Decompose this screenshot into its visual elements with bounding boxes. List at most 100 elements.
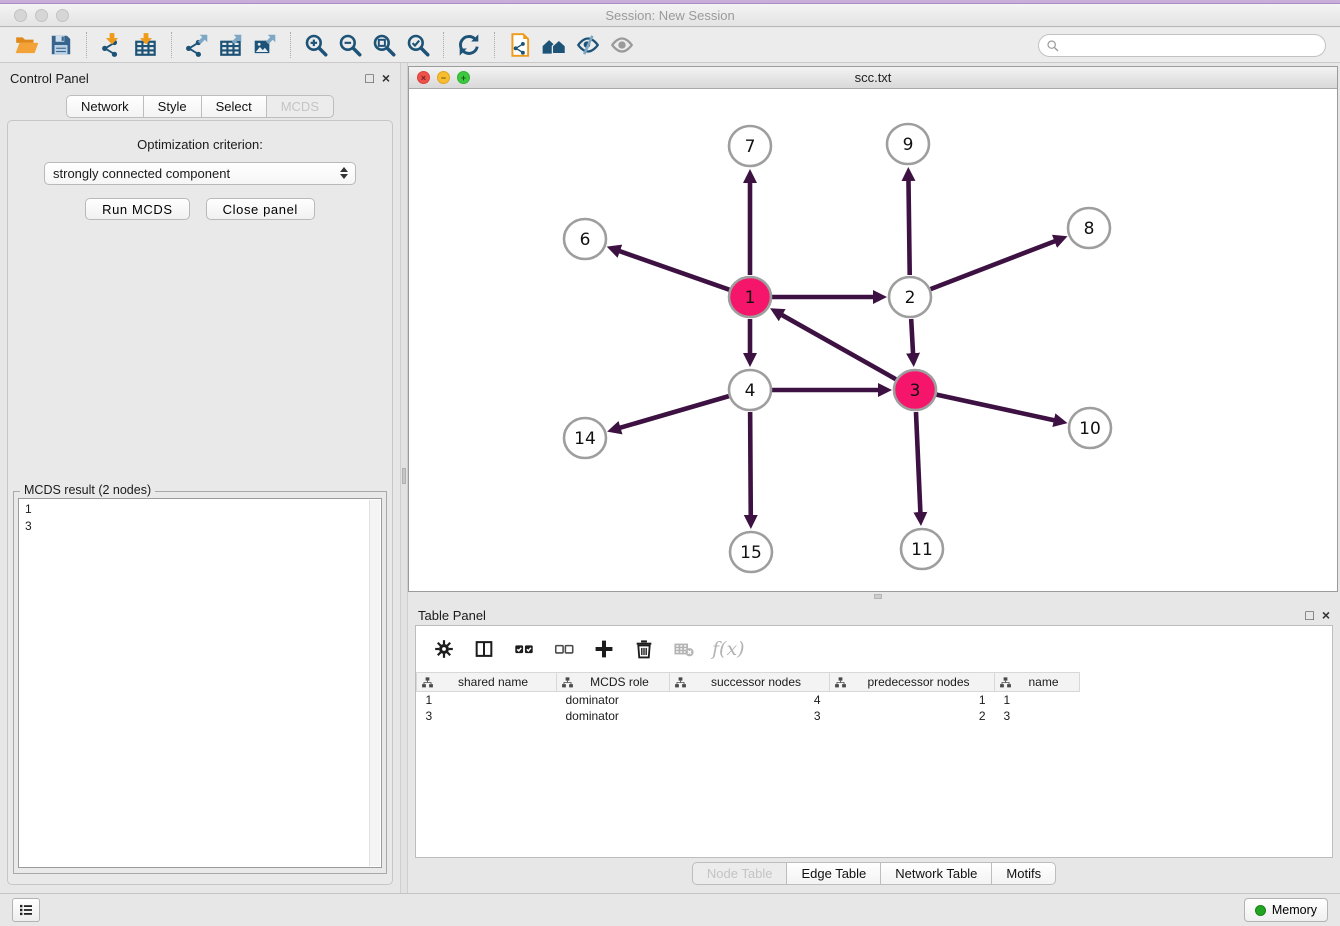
close-panel-button[interactable]: Close panel	[206, 198, 315, 220]
edge-2-to-9[interactable]	[908, 179, 909, 275]
network-graph[interactable]: 7 9 6 8 1 2 4 3 14 10 15 11	[409, 89, 1337, 591]
network-zoom-icon[interactable]: +	[457, 71, 470, 84]
tab-edge-table[interactable]: Edge Table	[787, 862, 881, 885]
network-close-icon[interactable]: ×	[417, 71, 430, 84]
edge-4-to-14[interactable]	[619, 396, 729, 428]
horizontal-split-divider[interactable]	[408, 593, 1340, 600]
network-window-title: scc.txt	[409, 70, 1337, 85]
column-header-successor-nodes[interactable]: successor nodes	[670, 673, 830, 692]
zoom-in-icon	[303, 32, 329, 58]
graph-node-3[interactable]: 3	[894, 370, 936, 410]
tab-network-table[interactable]: Network Table	[881, 862, 992, 885]
graph-node-8[interactable]: 8	[1068, 208, 1110, 248]
minimize-window-button[interactable]	[35, 9, 48, 22]
add-column-button[interactable]	[592, 637, 616, 661]
column-header-MCDS-role[interactable]: MCDS role	[557, 673, 670, 692]
zoom-in-button[interactable]	[299, 30, 333, 60]
node-label: 14	[574, 429, 596, 449]
tab-network[interactable]: Network	[66, 95, 144, 118]
task-history-button[interactable]	[12, 898, 40, 922]
settings-gear-icon	[433, 638, 455, 660]
graph-node-6[interactable]: 6	[564, 219, 606, 259]
table-row[interactable]: 1dominator411	[417, 692, 1080, 708]
graph-node-4[interactable]: 4	[729, 370, 771, 410]
column-header-predecessor-nodes[interactable]: predecessor nodes	[830, 673, 995, 692]
table-cell[interactable]: 4	[670, 692, 830, 708]
import-network-button[interactable]	[95, 30, 129, 60]
graph-node-14[interactable]: 14	[564, 418, 606, 458]
export-table-button[interactable]	[214, 30, 248, 60]
home-networks-button[interactable]	[537, 30, 571, 60]
import-table-button[interactable]	[129, 30, 163, 60]
list-icon	[17, 901, 35, 919]
close-window-button[interactable]	[14, 9, 27, 22]
mcds-result-list[interactable]: 13	[18, 498, 382, 868]
graph-node-10[interactable]: 10	[1069, 408, 1111, 448]
table-row[interactable]: 3dominator323	[417, 708, 1080, 724]
settings-gear-button[interactable]	[432, 637, 456, 661]
export-image-button[interactable]	[248, 30, 282, 60]
criterion-select[interactable]: strongly connected component	[44, 162, 356, 185]
edge-3-to-1[interactable]	[780, 314, 895, 379]
result-scrollbar[interactable]	[369, 500, 380, 866]
zoom-out-button[interactable]	[333, 30, 367, 60]
tab-style[interactable]: Style	[144, 95, 202, 118]
vertical-split-grip[interactable]	[402, 468, 406, 484]
table-cell[interactable]: 2	[830, 708, 995, 724]
run-mcds-button[interactable]: Run MCDS	[85, 198, 190, 220]
edge-4-to-15[interactable]	[750, 412, 751, 517]
tab-select[interactable]: Select	[202, 95, 267, 118]
zoom-fit-button[interactable]	[367, 30, 401, 60]
search-input[interactable]	[1063, 36, 1317, 55]
horizontal-split-grip[interactable]	[874, 594, 882, 599]
table-cell[interactable]: 3	[995, 708, 1080, 724]
graph-node-2[interactable]: 2	[889, 277, 931, 317]
table-cell[interactable]: dominator	[557, 692, 670, 708]
float-panel-icon[interactable]: □	[365, 71, 373, 85]
export-network-button[interactable]	[180, 30, 214, 60]
save-session-button[interactable]	[44, 30, 78, 60]
edge-3-to-11[interactable]	[916, 412, 920, 514]
open-file-button[interactable]	[10, 30, 44, 60]
close-panel-icon[interactable]: ×	[382, 71, 390, 85]
delete-column-button[interactable]	[632, 637, 656, 661]
show-hide-graphics-details-button[interactable]	[571, 30, 605, 60]
network-canvas[interactable]: 7 9 6 8 1 2 4 3 14 10 15 11	[409, 89, 1337, 591]
tab-node-table[interactable]: Node Table	[692, 862, 788, 885]
memory-button[interactable]: Memory	[1244, 898, 1328, 922]
column-header-shared-name[interactable]: shared name	[417, 673, 557, 692]
graph-node-11[interactable]: 11	[901, 529, 943, 569]
zoom-window-button[interactable]	[56, 9, 69, 22]
zoom-selected-icon	[405, 32, 431, 58]
graph-node-1[interactable]: 1	[729, 277, 771, 317]
deselect-all-columns-button[interactable]	[552, 637, 576, 661]
refresh-layout-icon	[456, 32, 482, 58]
zoom-selected-button[interactable]	[401, 30, 435, 60]
column-view-button[interactable]	[472, 637, 496, 661]
vertical-split-divider[interactable]	[400, 63, 408, 893]
select-all-columns-button[interactable]	[512, 637, 536, 661]
eye-disabled-button	[605, 30, 639, 60]
edge-3-to-10[interactable]	[936, 395, 1055, 421]
float-table-panel-icon[interactable]: □	[1305, 608, 1313, 622]
network-minimize-icon[interactable]: −	[437, 71, 450, 84]
export-table-icon	[218, 32, 244, 58]
table-cell[interactable]: 1	[830, 692, 995, 708]
edge-1-to-6[interactable]	[618, 251, 729, 290]
table-cell[interactable]: 1	[417, 692, 557, 708]
graph-node-7[interactable]: 7	[729, 126, 771, 166]
table-cell[interactable]: dominator	[557, 708, 670, 724]
edge-2-to-3[interactable]	[911, 319, 913, 355]
table-cell[interactable]: 1	[995, 692, 1080, 708]
graph-node-9[interactable]: 9	[887, 124, 929, 164]
refresh-layout-button[interactable]	[452, 30, 486, 60]
tab-motifs[interactable]: Motifs	[992, 862, 1056, 885]
tab-mcds[interactable]: MCDS	[267, 95, 334, 118]
table-cell[interactable]: 3	[670, 708, 830, 724]
edge-2-to-8[interactable]	[931, 241, 1057, 289]
close-table-panel-icon[interactable]: ×	[1322, 608, 1330, 622]
column-header-name[interactable]: name	[995, 673, 1080, 692]
graph-node-15[interactable]: 15	[730, 532, 772, 572]
table-cell[interactable]: 3	[417, 708, 557, 724]
new-network-from-file-button[interactable]	[503, 30, 537, 60]
